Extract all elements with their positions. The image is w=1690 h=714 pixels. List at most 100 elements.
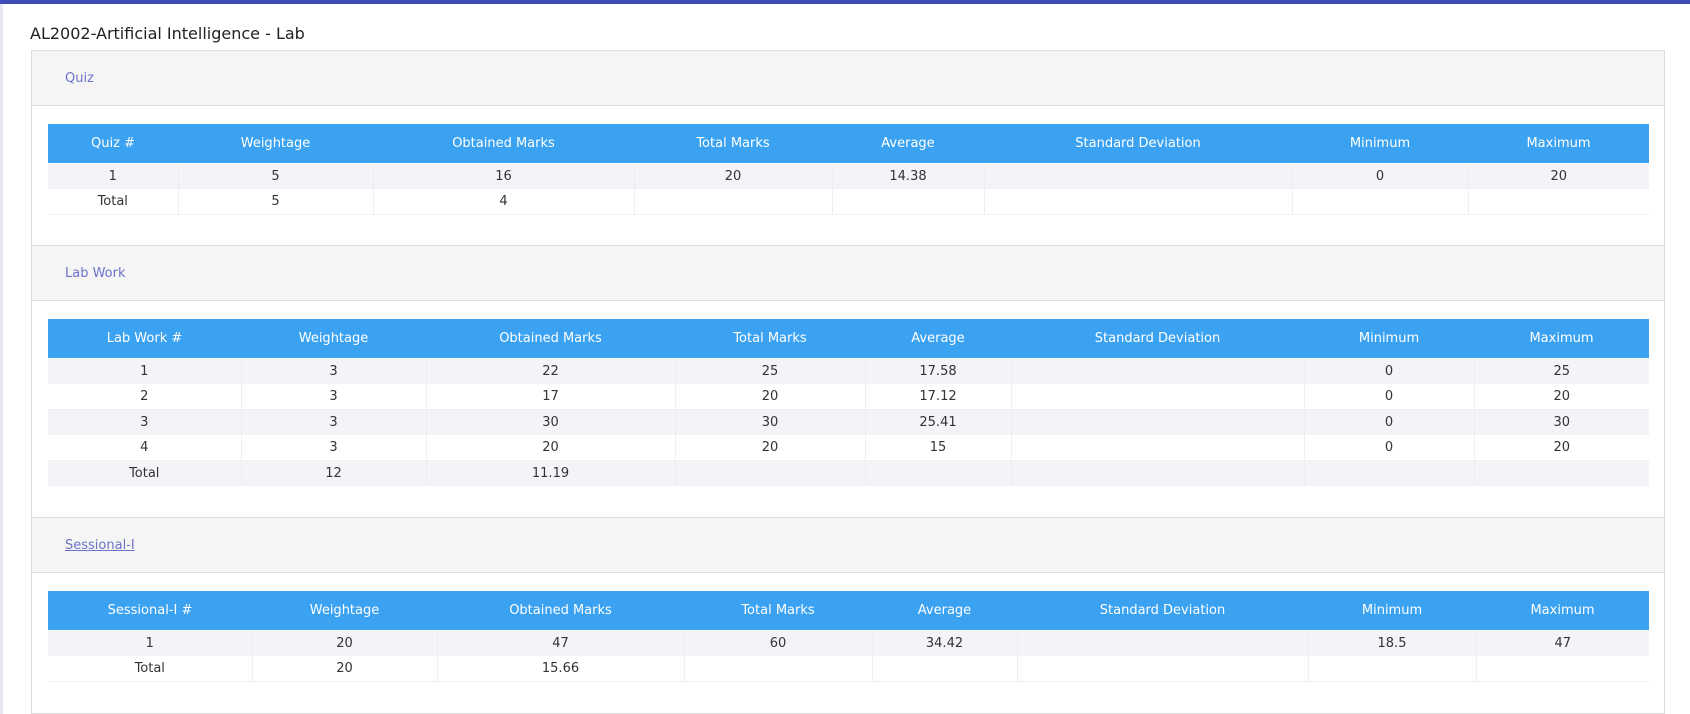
- sessional-1-card: Sessional-I Sessional-I # Weightage Obta…: [31, 517, 1665, 714]
- table-cell: [675, 460, 866, 486]
- table-cell: [1011, 358, 1305, 384]
- table-cell: 25.41: [865, 409, 1012, 435]
- column-header: Average: [832, 124, 984, 164]
- table-cell: 4: [373, 189, 635, 215]
- column-header: Standard Deviation: [984, 124, 1292, 164]
- quiz-table-header-row: Quiz # Weightage Obtained Marks Total Ma…: [48, 124, 1649, 164]
- table-cell: 20: [252, 630, 438, 656]
- table-cell: 16: [373, 163, 635, 189]
- lab-work-table-header-row: Lab Work # Weightage Obtained Marks Tota…: [48, 319, 1649, 359]
- column-header: Maximum: [1474, 319, 1649, 359]
- lab-work-card: Lab Work Lab Work # Weightage Obtained M…: [31, 245, 1665, 518]
- table-cell: 34.42: [872, 630, 1018, 656]
- total-row: Total 12 11.19: [48, 460, 1649, 486]
- course-title: AL2002-Artificial Intelligence - Lab: [30, 24, 305, 43]
- table-cell: 20: [1474, 435, 1649, 461]
- table-cell: [865, 460, 1012, 486]
- lab-work-card-header: Lab Work: [32, 246, 1664, 301]
- table-cell: 3: [241, 358, 427, 384]
- table-cell: 0: [1304, 435, 1475, 461]
- table-cell: [1304, 460, 1475, 486]
- table-cell: 1: [48, 630, 253, 656]
- table-cell: 5: [178, 163, 374, 189]
- table-cell: Total: [48, 460, 242, 486]
- table-cell: [1476, 656, 1649, 682]
- table-row: 1 5 16 20 14.38 0 20: [48, 163, 1649, 189]
- table-cell: 15: [865, 435, 1012, 461]
- table-cell: [684, 656, 873, 682]
- column-header: Obtained Marks: [426, 319, 675, 359]
- lab-work-table: Lab Work # Weightage Obtained Marks Tota…: [48, 319, 1649, 486]
- column-header: Standard Deviation: [1017, 591, 1308, 631]
- lab-work-header-link[interactable]: Lab Work: [65, 266, 126, 281]
- total-row: Total 5 4: [48, 189, 1649, 215]
- table-row: 4 3 20 20 15 0 20: [48, 435, 1649, 461]
- sessional-1-header-link[interactable]: Sessional-I: [65, 538, 135, 553]
- table-cell: 25: [1474, 358, 1649, 384]
- column-header: Obtained Marks: [437, 591, 684, 631]
- table-cell: 17.58: [865, 358, 1012, 384]
- column-header: Minimum: [1308, 591, 1476, 631]
- table-cell: 15.66: [437, 656, 685, 682]
- table-cell: 25: [675, 358, 866, 384]
- sessional-1-card-header: Sessional-I: [32, 518, 1664, 573]
- column-header: Standard Deviation: [1011, 319, 1304, 359]
- sessional-1-table: Sessional-I # Weightage Obtained Marks T…: [48, 591, 1649, 682]
- top-accent-bar: [0, 0, 1690, 4]
- table-cell: 0: [1304, 358, 1475, 384]
- table-row: 2 3 17 20 17.12 0 20: [48, 384, 1649, 410]
- column-header: Total Marks: [684, 591, 872, 631]
- table-cell: 4: [48, 435, 242, 461]
- column-header: Maximum: [1468, 124, 1649, 164]
- table-cell: [984, 189, 1293, 215]
- table-cell: 2: [48, 384, 242, 410]
- table-cell: 3: [241, 409, 427, 435]
- table-cell: 1: [48, 358, 242, 384]
- quiz-card: Quiz Quiz # Weightage Obtained Marks Tot…: [31, 50, 1665, 246]
- quiz-header-link[interactable]: Quiz: [65, 71, 94, 86]
- table-cell: 20: [675, 384, 866, 410]
- table-cell: 0: [1304, 384, 1475, 410]
- table-cell: 3: [241, 384, 427, 410]
- quiz-card-header: Quiz: [32, 51, 1664, 106]
- table-cell: 17: [426, 384, 676, 410]
- table-row: 3 3 30 30 25.41 0 30: [48, 409, 1649, 435]
- column-header: Sessional-I #: [48, 591, 252, 631]
- table-cell: [872, 656, 1018, 682]
- table-cell: [1017, 630, 1309, 656]
- table-row: 1 3 22 25 17.58 0 25: [48, 358, 1649, 384]
- table-cell: 30: [675, 409, 866, 435]
- table-cell: 20: [634, 163, 833, 189]
- column-header: Total Marks: [675, 319, 865, 359]
- table-cell: [1292, 189, 1469, 215]
- column-header: Minimum: [1292, 124, 1468, 164]
- table-cell: [1308, 656, 1477, 682]
- table-cell: [984, 163, 1293, 189]
- table-cell: [1011, 384, 1305, 410]
- table-cell: [1011, 409, 1305, 435]
- table-cell: [1011, 460, 1305, 486]
- table-cell: Total: [48, 189, 179, 215]
- table-cell: 20: [1468, 163, 1649, 189]
- table-cell: 30: [426, 409, 676, 435]
- table-cell: 60: [684, 630, 873, 656]
- column-header: Weightage: [241, 319, 426, 359]
- column-header: Weightage: [252, 591, 437, 631]
- table-cell: [1468, 189, 1649, 215]
- table-cell: 5: [178, 189, 374, 215]
- table-cell: 3: [48, 409, 242, 435]
- table-cell: 20: [675, 435, 866, 461]
- column-header: Maximum: [1476, 591, 1649, 631]
- column-header: Weightage: [178, 124, 373, 164]
- column-header: Total Marks: [634, 124, 832, 164]
- column-header: Average: [865, 319, 1011, 359]
- table-cell: 18.5: [1308, 630, 1477, 656]
- table-cell: [634, 189, 833, 215]
- table-cell: 20: [1474, 384, 1649, 410]
- column-header: Lab Work #: [48, 319, 241, 359]
- table-cell: Total: [48, 656, 253, 682]
- total-row: Total 20 15.66: [48, 656, 1649, 682]
- column-header: Quiz #: [48, 124, 178, 164]
- table-cell: 17.12: [865, 384, 1012, 410]
- table-cell: [1474, 460, 1649, 486]
